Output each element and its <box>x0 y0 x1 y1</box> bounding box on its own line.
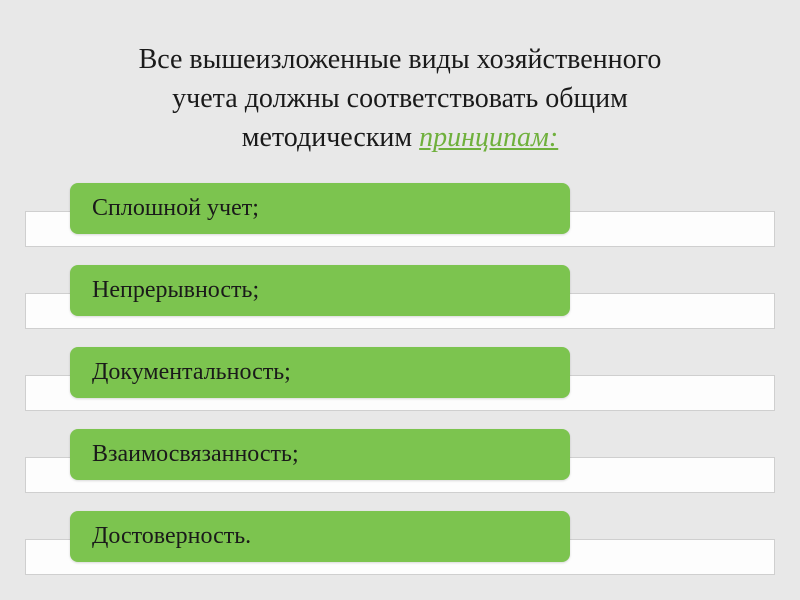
item-chip: Непрерывность; <box>70 265 570 316</box>
item-chip: Достоверность. <box>70 511 570 562</box>
item-label: Документальность; <box>92 359 291 385</box>
list-item: Взаимосвязанность; <box>25 429 775 493</box>
item-label: Взаимосвязанность; <box>92 441 299 467</box>
item-label: Сплошной учет; <box>92 195 259 221</box>
principles-list: Сплошной учет; Непрерывность; Документал… <box>25 183 775 575</box>
slide-heading: Все вышеизложенные виды хозяйственного у… <box>25 40 775 158</box>
item-chip: Сплошной учет; <box>70 183 570 234</box>
item-chip: Взаимосвязанность; <box>70 429 570 480</box>
heading-line-2: учета должны соответствовать общим <box>172 83 628 114</box>
heading-line-3-prefix: методическим <box>242 122 419 153</box>
item-label: Достоверность. <box>92 523 251 549</box>
list-item: Непрерывность; <box>25 265 775 329</box>
item-label: Непрерывность; <box>92 277 259 303</box>
list-item: Сплошной учет; <box>25 183 775 247</box>
heading-line-1: Все вышеизложенные виды хозяйственного <box>139 44 662 75</box>
item-chip: Документальность; <box>70 347 570 398</box>
heading-emphasis: принципам: <box>419 122 558 153</box>
list-item: Документальность; <box>25 347 775 411</box>
list-item: Достоверность. <box>25 511 775 575</box>
